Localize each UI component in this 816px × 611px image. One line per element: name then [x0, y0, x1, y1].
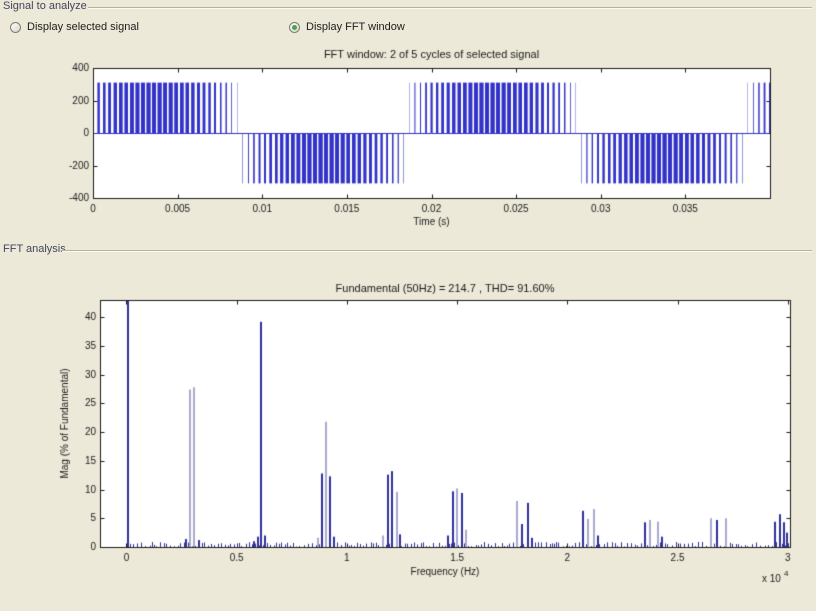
fft-spectrum-plot: [0, 262, 816, 602]
fft-analysis-window: { "window": { "bg_color": "#ece9d8", "pl…: [0, 0, 816, 611]
signal-waveform-plot: [0, 44, 816, 242]
radio-display-fft-window[interactable]: Display FFT window: [289, 21, 405, 33]
radio-display-selected-signal[interactable]: Display selected signal: [10, 21, 139, 33]
radio-display-fft-window-label: Display FFT window: [306, 21, 405, 33]
radio-display-selected-signal-label: Display selected signal: [27, 21, 139, 33]
signal-section-title: Signal to analyze: [3, 0, 91, 12]
signal-section-header: Signal to analyze: [0, 4, 816, 18]
radio-button-icon[interactable]: [289, 22, 300, 33]
section-divider: [62, 250, 812, 252]
section-divider: [88, 7, 812, 9]
fft-section-title: FFT analysis: [3, 243, 70, 255]
radio-button-icon[interactable]: [10, 22, 21, 33]
fft-section-header: FFT analysis: [0, 247, 816, 261]
